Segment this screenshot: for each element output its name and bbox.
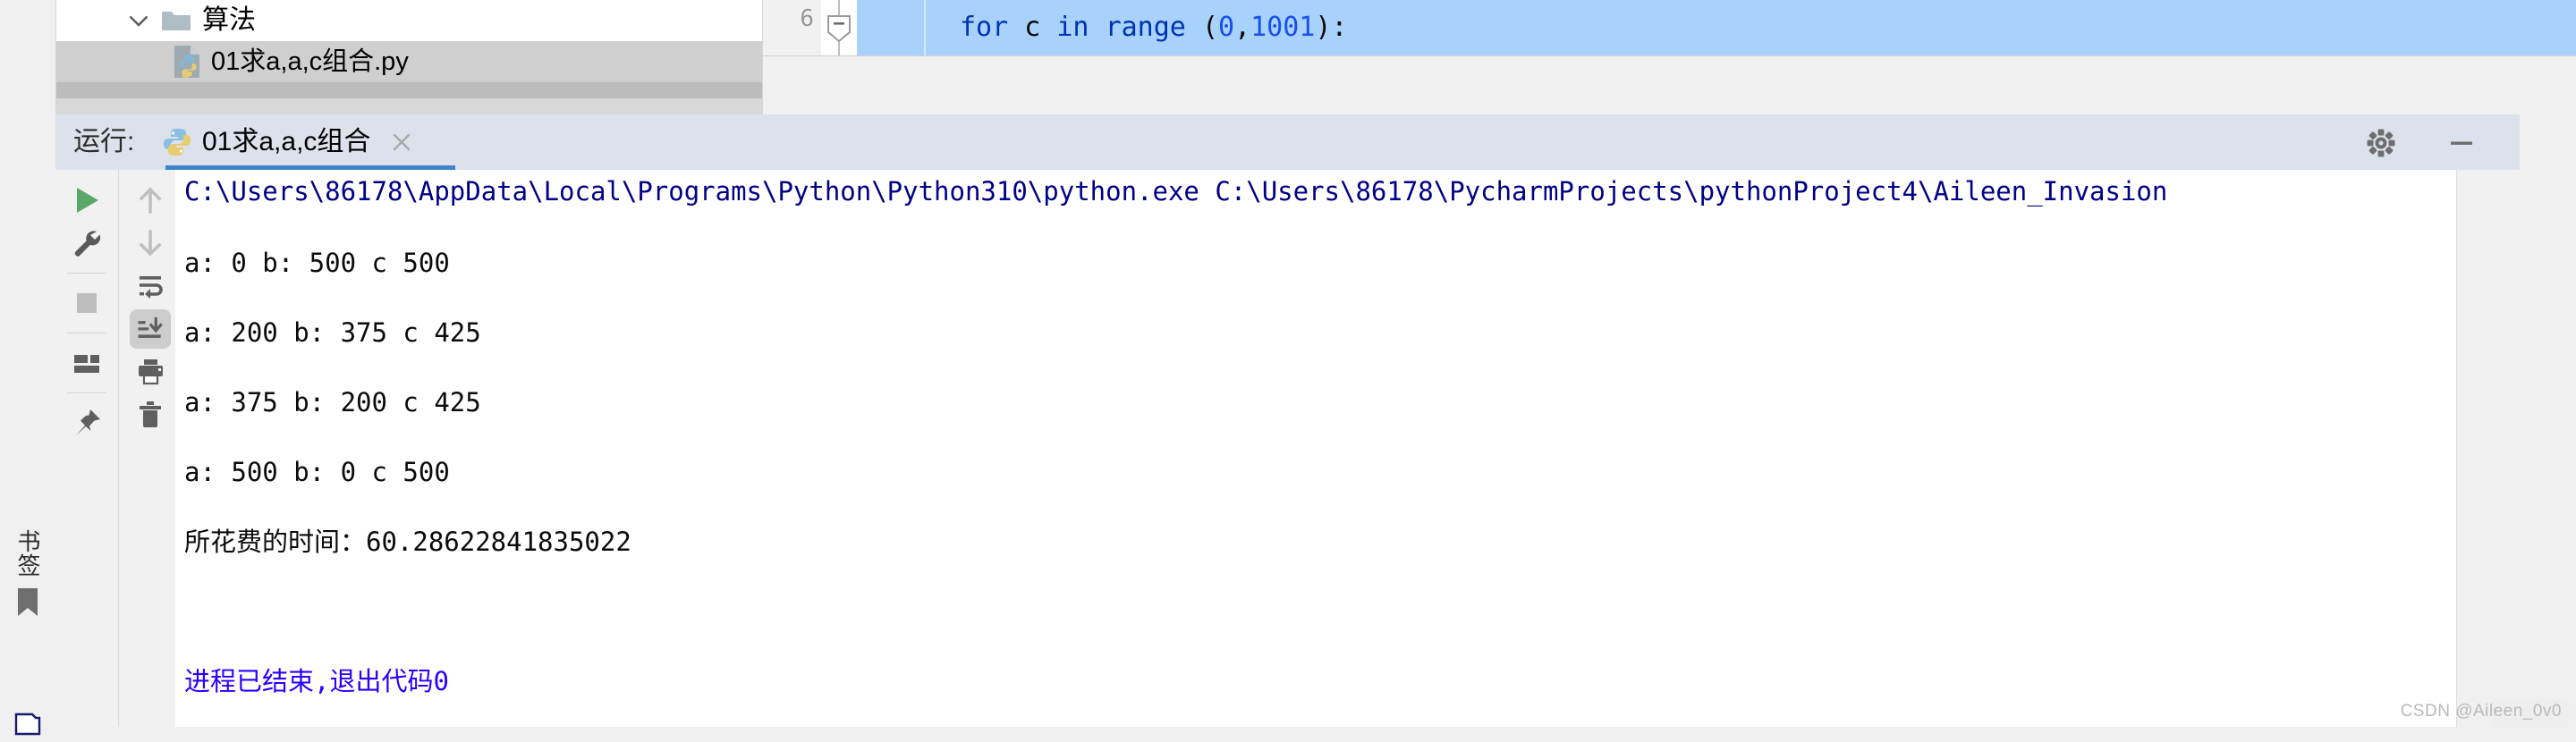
tree-file-label: 01求a,a,c组合.py — [211, 49, 409, 75]
run-tabbar: 运行: 01求a,a,c组合 — [55, 114, 2576, 170]
layout-button[interactable] — [55, 341, 118, 384]
left-tool-rail: 书签 — [0, 0, 56, 727]
trash-icon[interactable] — [119, 393, 182, 436]
code-token-zero: 0 — [1218, 12, 1234, 43]
tab-run-configuration[interactable]: 01求a,a,c组合 — [163, 114, 413, 170]
run-window-title: 运行: — [73, 127, 134, 157]
console-line: 所花费的时间：60.28622841835022 — [184, 529, 631, 555]
top-strip: 算法 01求a,a,c组合.py — [0, 0, 2576, 114]
print-button[interactable] — [119, 350, 182, 393]
bookmarks-label: 书签 — [16, 529, 39, 578]
console-line: a: 0 b: 500 c 500 — [184, 250, 450, 276]
close-icon[interactable] — [390, 131, 413, 154]
pin-tab-button[interactable] — [55, 401, 118, 444]
code-token-in: in — [1056, 12, 1105, 43]
down-button[interactable] — [119, 222, 182, 265]
scroll-to-end-button[interactable] — [119, 308, 182, 350]
code-token-comma: , — [1234, 12, 1250, 43]
chevron-down-icon[interactable] — [125, 7, 152, 34]
console-line: a: 375 b: 200 c 425 — [184, 390, 481, 416]
tabbar-right-filler — [2520, 114, 2576, 170]
stop-button[interactable] — [55, 282, 118, 325]
run-actions-toolbar — [55, 170, 119, 727]
sidebar-item-bookmarks[interactable]: 书签 — [4, 529, 52, 681]
edit-configuration-button[interactable] — [55, 222, 118, 265]
code-text: for c in range (0,1001): — [960, 4, 1348, 52]
code-token-lparen: ( — [1202, 12, 1218, 43]
console-actions-toolbar — [119, 170, 182, 727]
tree-item-folder[interactable]: 算法 — [55, 0, 762, 41]
fold-gutter[interactable] — [821, 0, 857, 55]
selected-background — [130, 309, 171, 349]
tree-item-partial-2[interactable] — [55, 98, 762, 114]
code-token-for: for — [960, 12, 1024, 43]
console-right-gutter — [2456, 170, 2576, 727]
editor-empty-area[interactable] — [763, 55, 2576, 115]
editor-panel: 6 for c in range (0,1001): — [763, 0, 2576, 114]
watermark: CSDN @Aileen_0v0 — [2401, 702, 2562, 721]
toolbar-separator-3 — [67, 392, 106, 393]
toolbar-separator-1 — [67, 273, 106, 274]
console-line: a: 500 b: 0 c 500 — [184, 460, 450, 485]
pycharm-window: 算法 01求a,a,c组合.py — [0, 0, 2576, 727]
gear-icon[interactable] — [2365, 127, 2397, 164]
tree-item-file[interactable]: 01求a,a,c组合.py — [55, 41, 762, 82]
folder-icon — [161, 8, 191, 33]
tree-item-partial-1[interactable] — [55, 82, 762, 98]
console-line: a: 200 b: 375 c 425 — [184, 320, 481, 346]
console-line: C:\Users\86178\AppData\Local\Programs\Py… — [184, 179, 2167, 205]
fold-collapse-icon[interactable] — [826, 14, 852, 47]
up-button[interactable] — [119, 179, 182, 222]
bookmark-icon — [14, 586, 41, 623]
code-token-1001: 1001 — [1250, 12, 1315, 43]
soft-wrap-button[interactable] — [119, 265, 182, 308]
project-tree-panel: 算法 01求a,a,c组合.py — [55, 0, 763, 114]
python-file-icon — [172, 45, 202, 79]
line-number: 6 — [800, 5, 814, 32]
code-token-tail: ): — [1315, 12, 1347, 43]
console-output[interactable]: C:\Users\86178\AppData\Local\Programs\Py… — [175, 170, 2576, 727]
run-tool-window: 运行: 01求a,a,c组合 — [55, 114, 2576, 727]
rerun-button[interactable] — [55, 179, 118, 222]
code-token-c: c — [1024, 12, 1056, 43]
python-config-icon — [163, 128, 191, 156]
minimize-icon[interactable] — [2445, 127, 2478, 164]
indent-guide — [924, 0, 926, 55]
editor-code-line[interactable]: for c in range (0,1001): — [857, 0, 2576, 55]
tree-folder-label: 算法 — [202, 7, 256, 34]
editor-gutter: 6 — [763, 0, 821, 55]
code-token-range: range — [1106, 12, 1202, 43]
console-line: 进程已结束,退出代码0 — [184, 669, 449, 695]
tab-label: 01求a,a,c组合 — [202, 129, 370, 156]
